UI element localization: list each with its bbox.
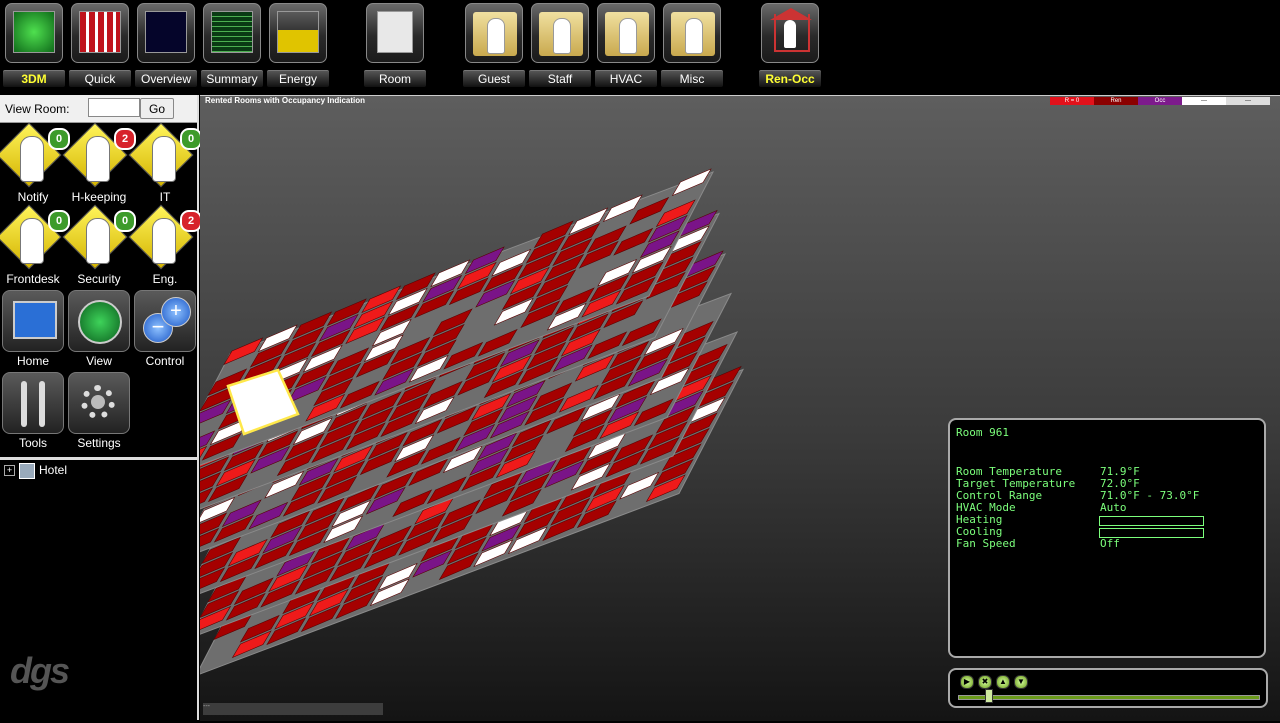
engineering-label: Eng.: [152, 272, 178, 286]
toolbar-label-misc: Misc: [661, 70, 723, 87]
toolbar-label-3dm: 3DM: [3, 70, 65, 87]
security-guard-icon: [86, 218, 110, 264]
toolbar-button-3dm[interactable]: 3DM: [3, 3, 65, 87]
view-room-bar: View Room: Go: [0, 95, 197, 123]
frontdesk-label: Frontdesk: [6, 272, 60, 286]
view-room-input[interactable]: [88, 98, 140, 117]
toolbar-button-overview[interactable]: Overview: [135, 3, 197, 87]
toolbar-label-ren-occ: Ren-Occ: [759, 70, 821, 87]
view-room-label: View Room:: [5, 102, 70, 116]
frontdesk-person-icon: [20, 218, 44, 264]
left-panel: View Room: Go 0 Notify 2 H-keeping 0 IT …: [0, 95, 202, 723]
summary-table-icon: [203, 3, 261, 63]
3d-model-icon: [5, 3, 63, 63]
tools-label: Tools: [18, 436, 47, 450]
toolbar-label-room: Room: [364, 70, 426, 87]
up-icon[interactable]: ▲: [996, 675, 1010, 689]
home-button[interactable]: Home: [0, 290, 66, 370]
go-button[interactable]: Go: [140, 98, 174, 119]
down-icon[interactable]: ▼: [1014, 675, 1028, 689]
view-label: View: [86, 354, 112, 368]
play-icon[interactable]: ▶: [960, 675, 974, 689]
hvac-mode-value: Auto: [1100, 501, 1127, 514]
toolbar-button-ren-occ[interactable]: Ren-Occ: [759, 3, 821, 87]
room-board-icon: [366, 3, 424, 63]
home-screen-icon: [2, 290, 64, 352]
settings-button[interactable]: Settings: [66, 372, 132, 452]
tools-button[interactable]: Tools: [0, 372, 66, 452]
toolbar-label-guest: Guest: [463, 70, 525, 87]
housekeeping-button[interactable]: 2 H-keeping: [62, 122, 136, 206]
toolbar-label-summary: Summary: [201, 70, 263, 87]
stop-icon[interactable]: ✖: [978, 675, 992, 689]
toolbar-button-room[interactable]: Room: [364, 3, 426, 87]
timeline-thumb[interactable]: [985, 689, 993, 703]
status-strip: ---: [203, 703, 383, 715]
engineering-button[interactable]: 2 Eng.: [128, 204, 202, 288]
hotel-building-icon: [19, 463, 35, 479]
view-button[interactable]: View: [66, 290, 132, 370]
house-occupancy-icon: [761, 3, 819, 63]
settings-label: Settings: [77, 436, 121, 450]
frontdesk-button[interactable]: 0 Frontdesk: [0, 204, 70, 288]
security-label: Security: [77, 272, 121, 286]
quick-grid-icon: [71, 3, 129, 63]
gear-icon: [68, 372, 130, 434]
toolbar-button-summary[interactable]: Summary: [201, 3, 263, 87]
heating-bar: [1099, 516, 1204, 526]
misc-folder-icon: [663, 3, 721, 63]
guest-folder-icon: [465, 3, 523, 63]
toolbar-label-quick: Quick: [69, 70, 131, 87]
staff-folder-icon: [531, 3, 589, 63]
notify-button[interactable]: 0 Notify: [0, 122, 70, 206]
toolbar-label-energy: Energy: [267, 70, 329, 87]
it-computer-icon: [152, 136, 176, 182]
it-count-badge: 0: [180, 128, 202, 150]
toolbar-label-staff: Staff: [529, 70, 591, 87]
toolbar-label-hvac: HVAC: [595, 70, 657, 87]
toolbar-button-misc[interactable]: Misc: [661, 3, 723, 87]
toolbar-label-overview: Overview: [135, 70, 197, 87]
dgs-logo: dgs: [10, 650, 70, 691]
wrench-screwdriver-icon: [2, 372, 64, 434]
notify-label: Notify: [17, 190, 49, 204]
tree-expand-icon[interactable]: +: [4, 465, 15, 476]
housekeeper-icon: [86, 136, 110, 182]
it-button[interactable]: 0 IT: [128, 122, 202, 206]
room-title: Room 961: [956, 426, 1009, 439]
control-label: Control: [145, 354, 185, 368]
plus-minus-control-icon: − +: [134, 290, 196, 352]
energy-bars-icon: [269, 3, 327, 63]
room-info-panel: Room 961 Room Temperature 71.9°F Target …: [948, 418, 1266, 658]
fan-speed-value: Off: [1100, 537, 1120, 550]
toolbar-button-quick[interactable]: Quick: [69, 3, 131, 87]
playback-panel: ▶ ✖ ▲ ▼: [948, 668, 1268, 708]
notify-person-icon: [20, 136, 44, 182]
engineering-count-badge: 2: [180, 210, 202, 232]
toolbar-button-hvac[interactable]: HVAC: [595, 3, 657, 87]
tree-item-hotel[interactable]: Hotel: [39, 463, 67, 477]
engineer-icon: [152, 218, 176, 264]
it-label: IT: [159, 190, 171, 204]
hvac-folder-icon: [597, 3, 655, 63]
toolbar-button-energy[interactable]: Energy: [267, 3, 329, 87]
radar-view-icon: [68, 290, 130, 352]
timeline-track[interactable]: [958, 695, 1260, 700]
security-button[interactable]: 0 Security: [62, 204, 136, 288]
home-label: Home: [16, 354, 49, 368]
housekeeping-label: H-keeping: [71, 190, 127, 204]
toolbar-button-staff[interactable]: Staff: [529, 3, 591, 87]
top-toolbar: 3DM Quick Overview Summary Energy Room G…: [0, 0, 1280, 93]
control-button[interactable]: − + Control: [132, 290, 198, 370]
fan-speed-label: Fan Speed: [956, 537, 1016, 550]
toolbar-button-guest[interactable]: Guest: [463, 3, 525, 87]
overview-screen-icon: [137, 3, 195, 63]
